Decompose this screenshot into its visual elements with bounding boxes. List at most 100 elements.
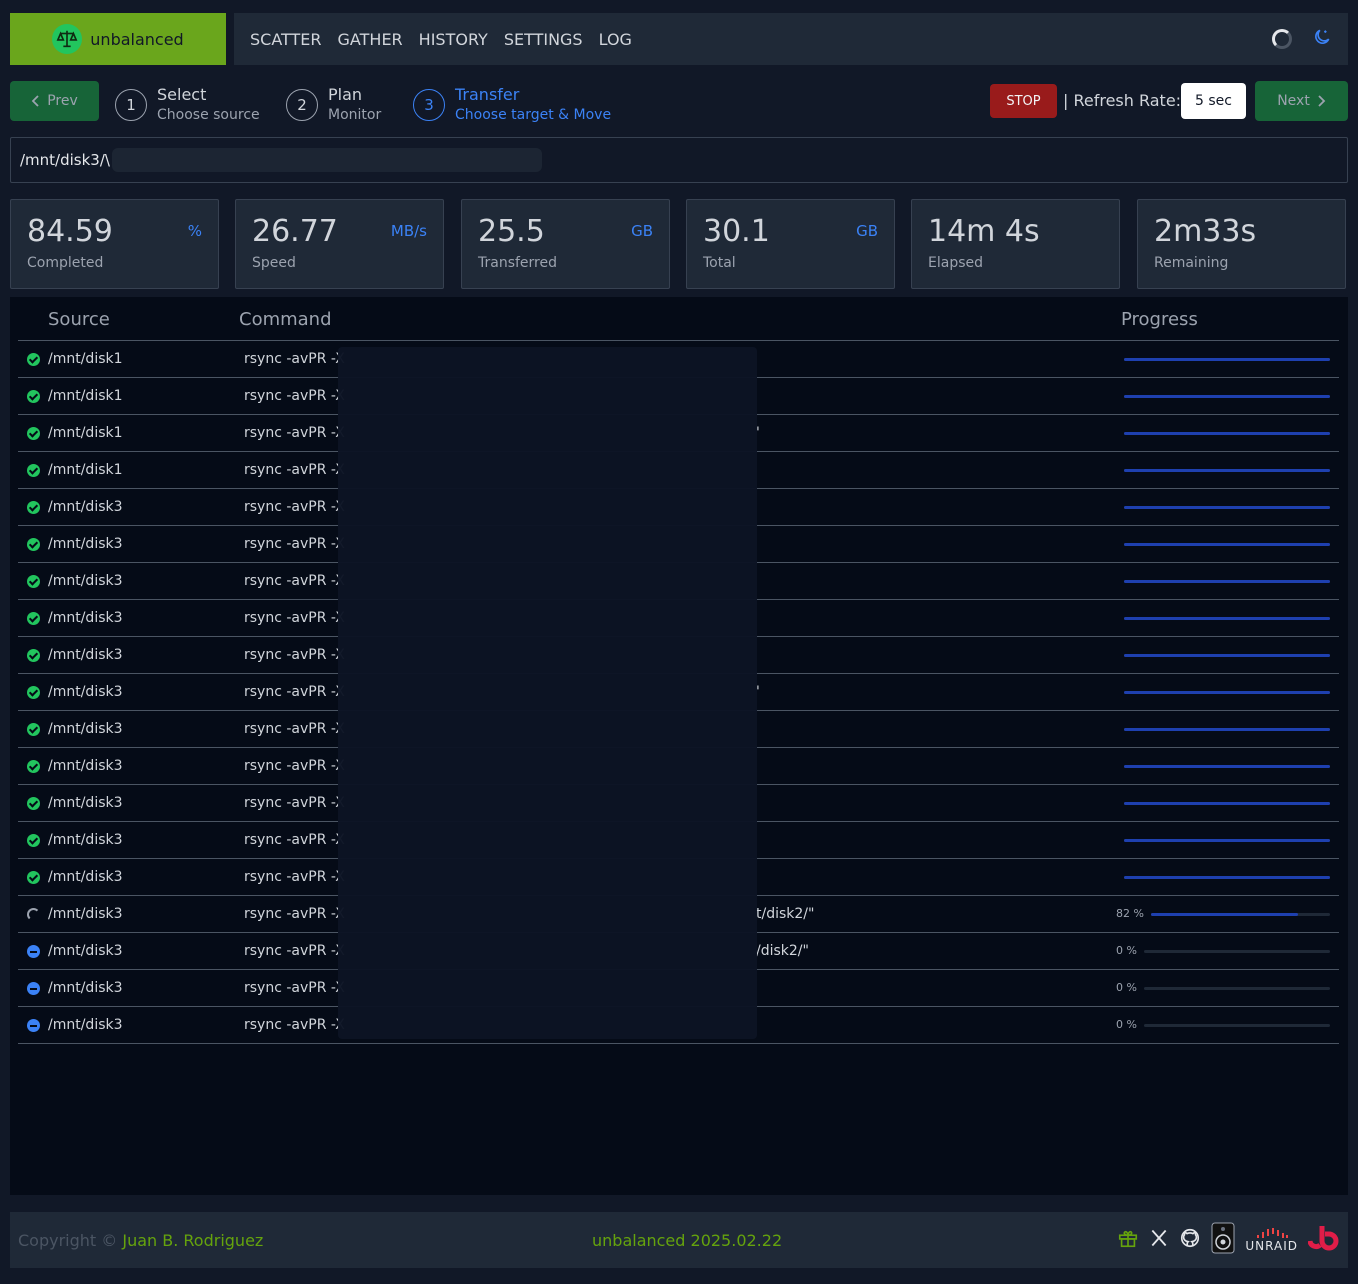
row-progress-bar [1124, 617, 1330, 620]
row-progress-fill [1124, 358, 1330, 361]
row-progress-bar [1124, 358, 1330, 361]
step-number: 3 [413, 89, 445, 121]
prev-button[interactable]: Prev [10, 81, 99, 121]
row-command: rsync -avPR -X [244, 647, 345, 663]
row-command: rsync -avPR -X [244, 1017, 345, 1033]
check-circle-icon [27, 464, 40, 477]
row-source: /mnt/disk3 [48, 684, 123, 700]
stop-button[interactable]: STOP [990, 84, 1057, 118]
row-command-tail: t/disk2/" [756, 906, 815, 922]
stat-value: 26.77 [252, 214, 338, 249]
step-subtitle: Choose target & Move [455, 107, 612, 123]
nav-item-history[interactable]: HISTORY [419, 30, 488, 49]
row-progress-bar [1124, 654, 1330, 657]
row-progress-bar [1144, 1024, 1330, 1027]
source-path-value: /mnt/disk3/\ [20, 151, 110, 169]
app-brand[interactable]: unbalanced [10, 13, 226, 65]
gift-icon[interactable] [1117, 1227, 1139, 1253]
row-source: /mnt/disk1 [48, 425, 123, 441]
row-source: /mnt/disk3 [48, 795, 123, 811]
step-number: 1 [115, 89, 147, 121]
row-command: rsync -avPR -X [244, 388, 345, 404]
stat-unit: % [187, 222, 202, 240]
chevron-left-icon [31, 95, 39, 107]
step-select[interactable]: 1 Select Choose source [115, 85, 260, 125]
row-command: rsync -avPR -X [244, 536, 345, 552]
stat-unit: GB [856, 222, 878, 240]
row-progress-bar [1124, 839, 1330, 842]
check-circle-icon [27, 649, 40, 662]
moon-icon[interactable] [1312, 27, 1332, 51]
check-circle-icon [27, 612, 40, 625]
row-progress-bar [1124, 580, 1330, 583]
row-source: /mnt/disk3 [48, 721, 123, 737]
check-circle-icon [27, 760, 40, 773]
row-progress-fill [1124, 543, 1330, 546]
row-progress-bar [1124, 876, 1330, 879]
github-icon[interactable] [1179, 1227, 1201, 1253]
row-command: rsync -avPR -X [244, 684, 345, 700]
row-progress-bar [1124, 432, 1330, 435]
stats-bar: 84.59 % Completed 26.77 MB/s Speed 25.5 … [10, 199, 1348, 289]
row-progress-fill [1124, 654, 1330, 657]
check-circle-icon [27, 686, 40, 699]
row-command: rsync -avPR -X [244, 351, 345, 367]
row-source: /mnt/disk3 [48, 943, 123, 959]
redacted-path [111, 148, 542, 172]
row-progress-fill [1124, 802, 1330, 805]
scale-icon [52, 24, 83, 54]
row-command: rsync -avPR -X [244, 758, 345, 774]
check-circle-icon [27, 427, 40, 440]
row-progress-fill [1124, 432, 1330, 435]
row-command: rsync -avPR -X [244, 943, 345, 959]
unraid-logo-icon[interactable]: UNRAID [1245, 1227, 1298, 1253]
row-progress-bar [1144, 950, 1330, 953]
row-source: /mnt/disk3 [48, 499, 123, 515]
copyright: Copyright © Juan B. Rodriguez [18, 1231, 263, 1250]
row-progress-bar [1124, 728, 1330, 731]
speaker-icon[interactable] [1211, 1222, 1235, 1258]
stat-label: Speed [252, 255, 296, 271]
nav-item-gather[interactable]: GATHER [338, 30, 403, 49]
footer: Copyright © Juan B. Rodriguez unbalanced… [10, 1212, 1348, 1268]
row-progress-bar [1144, 987, 1330, 990]
row-source: /mnt/disk3 [48, 536, 123, 552]
row-source: /mnt/disk1 [48, 388, 123, 404]
nav-item-settings[interactable]: SETTINGS [504, 30, 583, 49]
nav-icons [1272, 27, 1332, 51]
nav-item-log[interactable]: LOG [599, 30, 632, 49]
next-button[interactable]: Next [1255, 81, 1348, 121]
x-logo-icon[interactable] [1149, 1228, 1169, 1252]
refresh-rate-select[interactable]: 5 sec [1181, 83, 1246, 119]
stat-completed: 84.59 % Completed [10, 199, 219, 289]
nav-item-scatter[interactable]: SCATTER [250, 30, 322, 49]
row-source: /mnt/disk3 [48, 980, 123, 996]
author-link[interactable]: Juan B. Rodriguez [122, 1231, 263, 1250]
app-version: unbalanced 2025.02.22 [592, 1231, 783, 1250]
row-progress-bar [1124, 395, 1330, 398]
chevron-right-icon [1318, 95, 1326, 107]
row-command: rsync -avPR -X [244, 980, 345, 996]
next-label: Next [1277, 93, 1310, 109]
stat-value: 30.1 [703, 214, 770, 249]
row-source: /mnt/disk1 [48, 462, 123, 478]
column-header-command: Command [239, 309, 332, 330]
row-progress-fill [1124, 765, 1330, 768]
minus-circle-icon [27, 982, 40, 995]
check-circle-icon [27, 797, 40, 810]
check-circle-icon [27, 353, 40, 366]
step-transfer[interactable]: 3 Transfer Choose target & Move [413, 85, 611, 125]
stepper-row: Prev 1 Select Choose source 2 Plan Monit… [10, 81, 1348, 123]
step-number: 2 [286, 89, 318, 121]
stat-unit: MB/s [390, 222, 427, 240]
row-progress-fill [1124, 469, 1330, 472]
row-source: /mnt/disk3 [48, 647, 123, 663]
row-progress-bar [1124, 469, 1330, 472]
stat-value: 84.59 [27, 214, 113, 249]
step-plan[interactable]: 2 Plan Monitor [286, 85, 381, 125]
app-name: unbalanced [90, 29, 184, 49]
brand-b-logo-icon[interactable] [1307, 1223, 1340, 1257]
copyright-prefix: Copyright © [18, 1231, 118, 1250]
row-command: rsync -avPR -X [244, 425, 345, 441]
row-source: /mnt/disk3 [48, 869, 123, 885]
